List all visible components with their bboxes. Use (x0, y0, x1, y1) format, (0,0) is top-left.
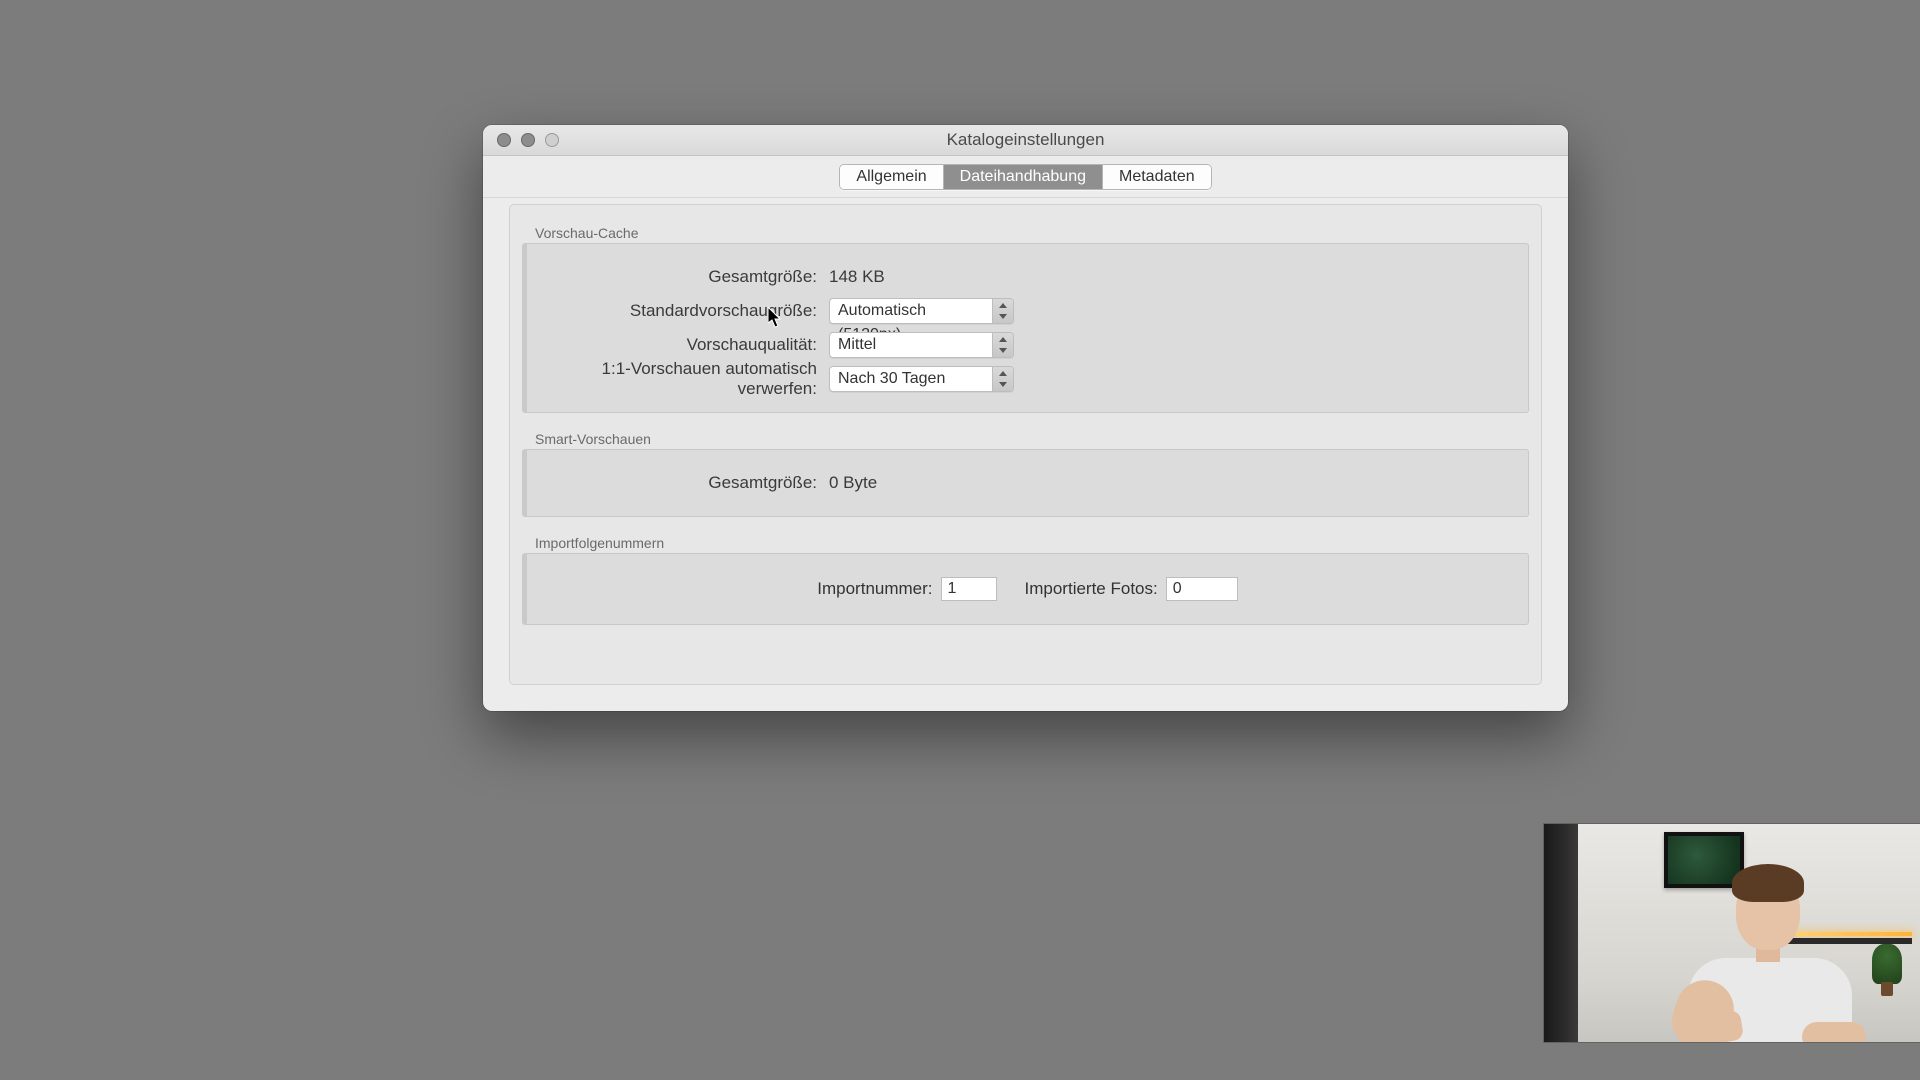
tab-general[interactable]: Allgemein (840, 165, 943, 189)
catalog-settings-window: Katalogeinstellungen Allgemein Dateihand… (483, 125, 1568, 711)
select-discard-1to1-previews[interactable]: Nach 30 Tagen (829, 366, 1014, 392)
select-value-discard-1to1-previews: Nach 30 Tagen (829, 366, 1014, 392)
input-imported-photos[interactable] (1166, 577, 1238, 601)
select-standard-preview-size[interactable]: Automatisch (5120px) (829, 298, 1014, 324)
webcam-overlay (1544, 824, 1920, 1042)
select-value-preview-quality: Mittel (829, 332, 1014, 358)
titlebar: Katalogeinstellungen (483, 125, 1568, 156)
row-import-numbers: Importnummer: Importierte Fotos: (547, 570, 1508, 608)
tab-bar: Allgemein Dateihandhabung Metadaten (483, 156, 1568, 198)
label-discard-1to1-previews: 1:1-Vorschauen automatisch verwerfen: (547, 359, 829, 399)
pair-import-number: Importnummer: (817, 577, 996, 601)
row-discard-1to1-previews: 1:1-Vorschauen automatisch verwerfen: Na… (547, 362, 1508, 396)
group-smart-previews: Smart-Vorschauen Gesamtgröße: 0 Byte (522, 449, 1529, 517)
group-title-smart-previews: Smart-Vorschauen (535, 431, 651, 447)
select-preview-quality[interactable]: Mittel (829, 332, 1014, 358)
window-title: Katalogeinstellungen (483, 125, 1568, 155)
tab-file-handling[interactable]: Dateihandhabung (944, 165, 1103, 189)
value-smart-total-size: 0 Byte (829, 473, 877, 493)
pair-imported-photos: Importierte Fotos: (1025, 577, 1238, 601)
row-total-size: Gesamtgröße: 148 KB (547, 260, 1508, 294)
tab-segmented-control: Allgemein Dateihandhabung Metadaten (839, 164, 1211, 190)
content-pane: Vorschau-Cache Gesamtgröße: 148 KB Stand… (509, 204, 1542, 685)
label-import-number: Importnummer: (817, 579, 932, 599)
row-standard-preview-size: Standardvorschaugröße: Automatisch (5120… (547, 294, 1508, 328)
group-title-import-sequence-numbers: Importfolgenummern (535, 535, 664, 551)
label-smart-total-size: Gesamtgröße: (547, 473, 829, 493)
group-title-preview-cache: Vorschau-Cache (535, 225, 639, 241)
label-standard-preview-size: Standardvorschaugröße: (547, 301, 829, 321)
tab-metadata[interactable]: Metadaten (1103, 165, 1211, 189)
value-total-size: 148 KB (829, 267, 885, 287)
row-preview-quality: Vorschauqualität: Mittel (547, 328, 1508, 362)
label-imported-photos: Importierte Fotos: (1025, 579, 1158, 599)
group-import-sequence-numbers: Importfolgenummern Importnummer: Importi… (522, 553, 1529, 625)
group-preview-cache: Vorschau-Cache Gesamtgröße: 148 KB Stand… (522, 243, 1529, 413)
label-preview-quality: Vorschauqualität: (547, 335, 829, 355)
row-smart-total-size: Gesamtgröße: 0 Byte (547, 466, 1508, 500)
input-import-number[interactable] (941, 577, 997, 601)
select-value-standard-preview-size: Automatisch (5120px) (829, 298, 1014, 324)
label-total-size: Gesamtgröße: (547, 267, 829, 287)
